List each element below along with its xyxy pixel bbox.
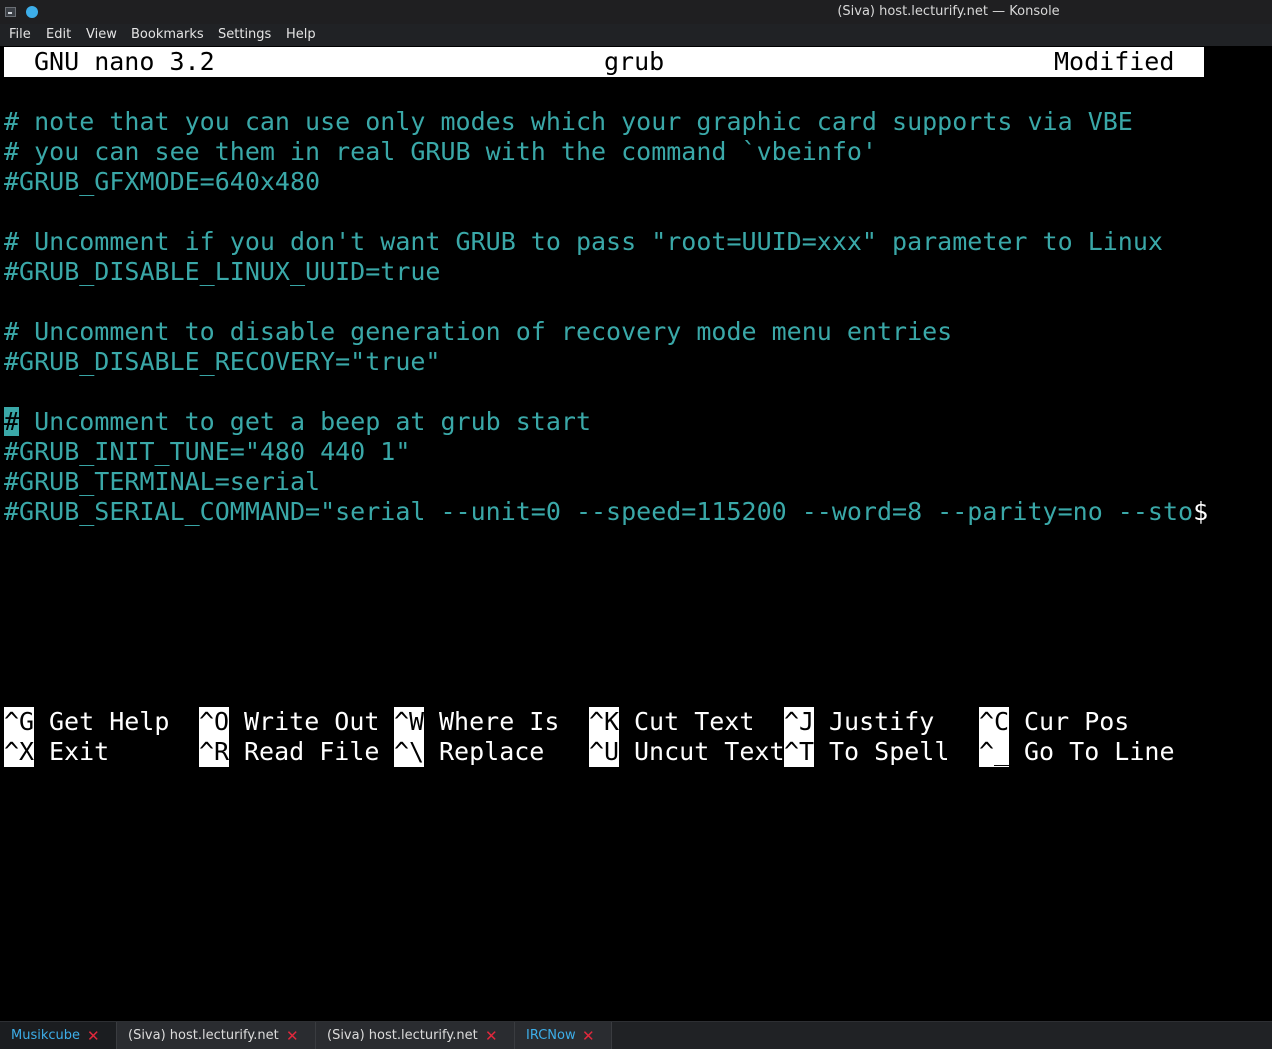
editor-line[interactable]: #GRUB_DISABLE_RECOVERY="true"	[4, 347, 441, 377]
menu-view[interactable]: View	[86, 27, 117, 42]
editor-line[interactable]: # Uncomment to disable generation of rec…	[4, 317, 952, 347]
menu-bookmarks[interactable]: Bookmarks	[131, 27, 204, 42]
shortcut-replace[interactable]: Replace	[439, 737, 544, 767]
text-cursor: #	[4, 407, 20, 436]
tab-siva-host-2[interactable]: (Siva) host.lecturify.net ✕	[316, 1022, 515, 1049]
editor-line[interactable]: #GRUB_DISABLE_LINUX_UUID=true	[4, 257, 441, 287]
nano-filename: grub	[604, 47, 665, 76]
editor-line-text: Uncomment to get a beep at grub start	[19, 407, 592, 436]
shortcut-key: ^U	[589, 737, 620, 767]
shortcut-key: ^\	[394, 737, 425, 767]
editor-line[interactable]: # note that you can use only modes which…	[4, 107, 1133, 137]
shortcut-row-2: ^X Exit ^R Read File ^\ Replace ^U Uncut…	[4, 737, 1264, 767]
shortcut-key: ^R	[199, 737, 230, 767]
menu-help[interactable]: Help	[286, 27, 316, 42]
tab-musikcube[interactable]: Musikcube ✕	[0, 1022, 117, 1049]
window-title: (Siva) host.lecturify.net — Konsole	[837, 4, 1060, 19]
konsole-window: (Siva) host.lecturify.net — Konsole File…	[0, 0, 1272, 1049]
line-truncation-marker: $	[1193, 497, 1209, 526]
shortcut-key: ^X	[4, 737, 35, 767]
shortcut-write-out[interactable]: Write Out	[244, 707, 379, 737]
tab-label: (Siva) host.lecturify.net	[327, 1028, 478, 1043]
tab-ircnow[interactable]: IRCNow ✕	[515, 1022, 612, 1049]
close-tab-icon[interactable]: ✕	[485, 1027, 498, 1045]
tab-label: IRCNow	[526, 1028, 576, 1043]
shortcut-cur-pos[interactable]: Cur Pos	[1024, 707, 1129, 737]
editor-line[interactable]: #GRUB_INIT_TUNE="480 440 1"	[4, 437, 410, 467]
shortcut-to-spell[interactable]: To Spell	[829, 737, 949, 767]
shortcut-uncut-text[interactable]: Uncut Text	[634, 737, 785, 767]
nano-version: GNU nano 3.2	[34, 47, 215, 76]
shortcut-key: ^J	[784, 707, 815, 737]
shortcut-cut-text[interactable]: Cut Text	[634, 707, 754, 737]
editor-line[interactable]: # Uncomment if you don't want GRUB to pa…	[4, 227, 1163, 257]
shortcut-key: ^T	[784, 737, 815, 767]
shortcut-row-1: ^G Get Help ^O Write Out ^W Where Is ^K …	[4, 707, 1264, 737]
tab-siva-host-1[interactable]: (Siva) host.lecturify.net ✕	[117, 1022, 316, 1049]
shortcut-read-file[interactable]: Read File	[244, 737, 379, 767]
shortcut-key: ^W	[394, 707, 425, 737]
tab-bar: Musikcube ✕ (Siva) host.lecturify.net ✕ …	[0, 1021, 1272, 1049]
editor-line-text: #GRUB_SERIAL_COMMAND="serial --unit=0 --…	[4, 497, 1194, 526]
menu-bar: File Edit View Bookmarks Settings Help	[0, 24, 1272, 46]
editor-line[interactable]: #GRUB_GFXMODE=640x480	[4, 167, 320, 197]
shortcut-key: ^K	[589, 707, 620, 737]
title-bar: (Siva) host.lecturify.net — Konsole	[0, 0, 1272, 24]
close-tab-icon[interactable]: ✕	[582, 1027, 595, 1045]
close-tab-icon[interactable]: ✕	[87, 1027, 100, 1045]
terminal-view[interactable]: GNU nano 3.2 grub Modified # note that y…	[0, 46, 1272, 1021]
nano-modified-status: Modified	[1054, 47, 1175, 76]
shortcut-get-help[interactable]: Get Help	[49, 707, 169, 737]
shortcut-exit[interactable]: Exit	[49, 737, 109, 767]
shortcut-where-is[interactable]: Where Is	[439, 707, 559, 737]
editor-line-cursor[interactable]: # Uncomment to get a beep at grub start	[4, 407, 591, 437]
shortcut-go-to-line[interactable]: Go To Line	[1024, 737, 1175, 767]
shortcut-key: ^G	[4, 707, 35, 737]
nano-header-bar: GNU nano 3.2 grub Modified	[4, 47, 1204, 77]
menu-edit[interactable]: Edit	[46, 27, 71, 42]
tab-label: Musikcube	[11, 1028, 81, 1043]
tab-label: (Siva) host.lecturify.net	[128, 1028, 279, 1043]
shortcut-key: ^C	[979, 707, 1010, 737]
shortcut-key: ^O	[199, 707, 230, 737]
shortcut-key: ^_	[979, 737, 1010, 767]
shortcut-justify[interactable]: Justify	[829, 707, 934, 737]
menu-file[interactable]: File	[9, 27, 31, 42]
editor-line-truncated[interactable]: #GRUB_SERIAL_COMMAND="serial --unit=0 --…	[4, 497, 1208, 527]
editor-line[interactable]: #GRUB_TERMINAL=serial	[4, 467, 320, 497]
editor-line[interactable]: # you can see them in real GRUB with the…	[4, 137, 877, 167]
close-tab-icon[interactable]: ✕	[286, 1027, 299, 1045]
menu-settings[interactable]: Settings	[218, 27, 271, 42]
